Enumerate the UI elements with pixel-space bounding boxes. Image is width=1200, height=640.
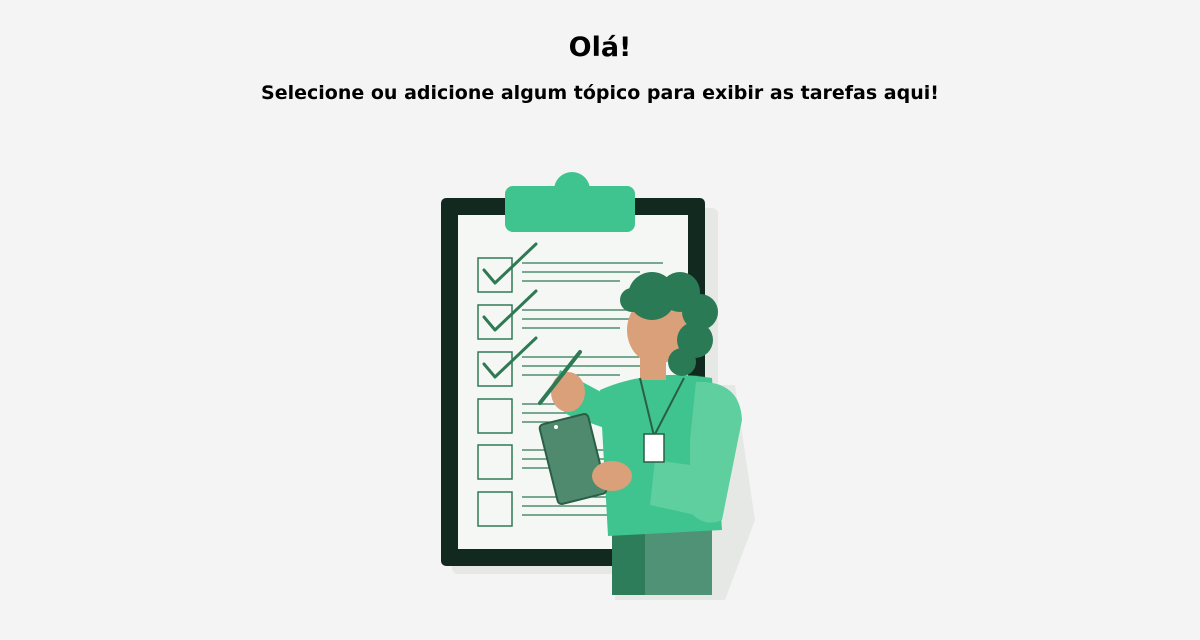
checklist-illustration — [441, 172, 755, 600]
clipboard-clip — [505, 172, 635, 232]
empty-state-page: Olá! Selecione ou adicione algum tópico … — [0, 0, 1200, 640]
badge — [643, 433, 665, 463]
